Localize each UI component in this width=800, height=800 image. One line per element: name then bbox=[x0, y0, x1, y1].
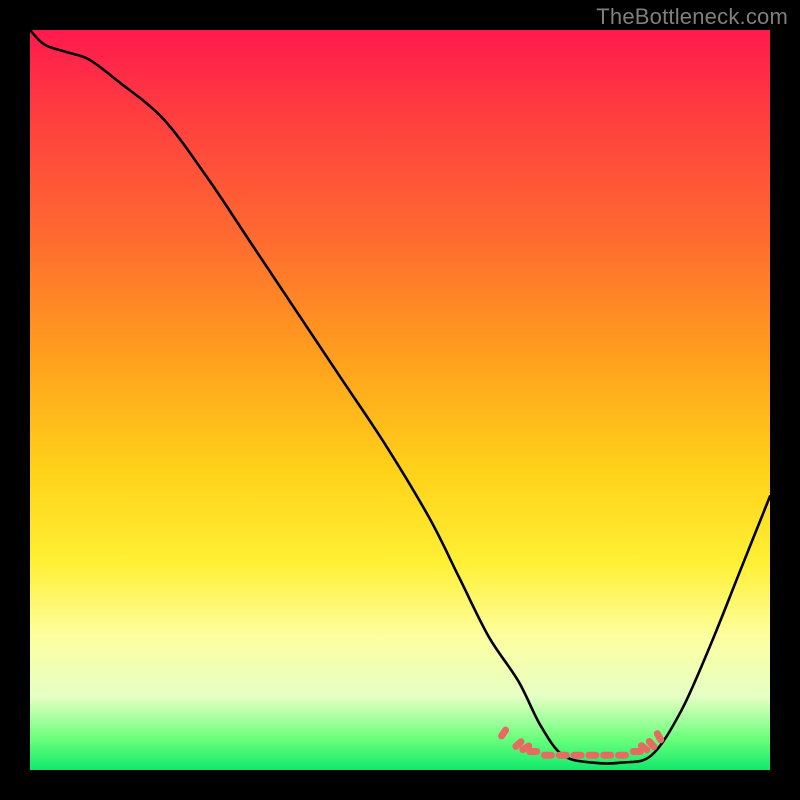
marker-band bbox=[497, 725, 666, 758]
curve-layer bbox=[30, 30, 770, 770]
plot-area bbox=[30, 30, 770, 770]
marker-dot bbox=[556, 752, 570, 759]
chart-frame: TheBottleneck.com bbox=[0, 0, 800, 800]
marker-dot bbox=[541, 752, 555, 759]
watermark-label: TheBottleneck.com bbox=[596, 4, 788, 30]
marker-dot bbox=[600, 752, 614, 759]
marker-dot bbox=[585, 752, 599, 759]
marker-dot bbox=[497, 725, 511, 740]
marker-dot bbox=[615, 752, 629, 759]
bottleneck-curve bbox=[30, 30, 770, 764]
marker-dot bbox=[571, 752, 585, 759]
marker-dot bbox=[526, 748, 540, 755]
